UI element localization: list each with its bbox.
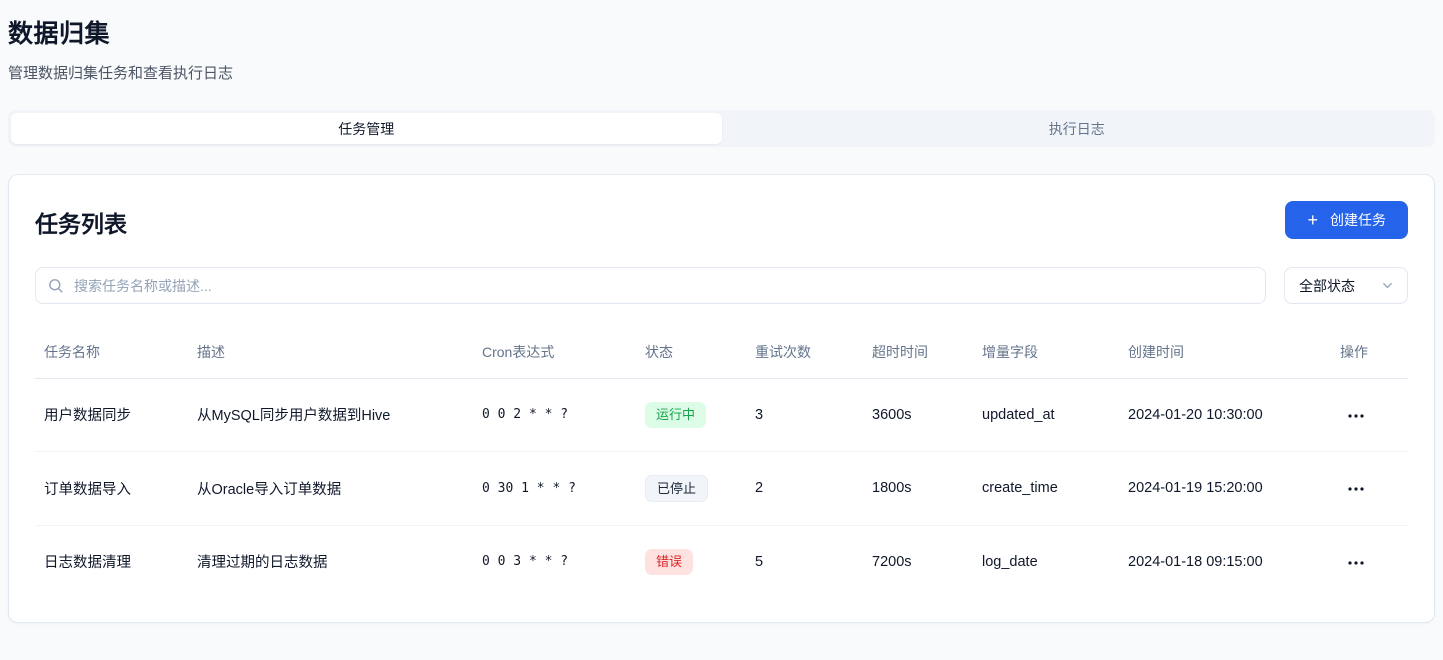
tab-execution-logs[interactable]: 执行日志 <box>722 113 1433 144</box>
tab-bar: 任务管理 执行日志 <box>8 110 1435 147</box>
task-timeout: 1800s <box>864 451 974 526</box>
status-badge: 运行中 <box>645 402 706 428</box>
column-header-created-at: 创建时间 <box>1120 330 1312 379</box>
task-timeout: 7200s <box>864 526 974 598</box>
task-description: 从MySQL同步用户数据到Hive <box>189 379 474 452</box>
task-timeout: 3600s <box>864 379 974 452</box>
search-icon <box>47 277 64 294</box>
table-row: 日志数据清理 清理过期的日志数据 0 0 3 * * ? 错误 5 7200s … <box>35 526 1408 598</box>
task-description: 清理过期的日志数据 <box>189 526 474 598</box>
create-task-button[interactable]: + 创建任务 <box>1285 201 1408 239</box>
tab-task-management[interactable]: 任务管理 <box>11 113 722 144</box>
status-filter-select[interactable]: 全部状态 <box>1284 267 1408 304</box>
column-header-actions: 操作 <box>1312 330 1408 379</box>
task-retries: 2 <box>747 451 864 526</box>
task-retries: 3 <box>747 379 864 452</box>
row-actions-button[interactable] <box>1340 555 1372 571</box>
table-row: 用户数据同步 从MySQL同步用户数据到Hive 0 0 2 * * ? 运行中… <box>35 379 1408 452</box>
row-actions-button[interactable] <box>1340 481 1372 497</box>
status-filter-value: 全部状态 <box>1299 276 1355 296</box>
page-subtitle: 管理数据归集任务和查看执行日志 <box>8 62 1435 83</box>
task-list-card: 任务列表 + 创建任务 全部状态 <box>8 174 1435 623</box>
status-badge: 已停止 <box>645 475 708 503</box>
tab-task-management-label: 任务管理 <box>338 119 394 139</box>
card-header: 任务列表 + 创建任务 <box>35 201 1408 239</box>
task-cron: 0 30 1 * * ? <box>474 451 637 526</box>
ellipsis-icon <box>1348 561 1364 565</box>
task-incremental-field: updated_at <box>974 379 1120 452</box>
task-name: 日志数据清理 <box>35 526 189 598</box>
task-retries: 5 <box>747 526 864 598</box>
search-input[interactable] <box>35 267 1266 304</box>
search-field-wrap <box>35 267 1266 304</box>
task-created-at: 2024-01-19 15:20:00 <box>1120 451 1312 526</box>
create-task-button-label: 创建任务 <box>1330 210 1386 230</box>
status-badge: 错误 <box>645 549 693 575</box>
data-collection-page: 数据归集 管理数据归集任务和查看执行日志 任务管理 执行日志 任务列表 + 创建… <box>0 0 1443 623</box>
task-created-at: 2024-01-20 10:30:00 <box>1120 379 1312 452</box>
ellipsis-icon <box>1348 414 1364 418</box>
column-header-cron: Cron表达式 <box>474 330 637 379</box>
column-header-status: 状态 <box>637 330 747 379</box>
column-header-timeout: 超时时间 <box>864 330 974 379</box>
column-header-name: 任务名称 <box>35 330 189 379</box>
chevron-down-icon <box>1380 278 1395 293</box>
task-incremental-field: create_time <box>974 451 1120 526</box>
task-created-at: 2024-01-18 09:15:00 <box>1120 526 1312 598</box>
page-title: 数据归集 <box>8 14 1435 50</box>
task-incremental-field: log_date <box>974 526 1120 598</box>
column-header-retries: 重试次数 <box>747 330 864 379</box>
tab-execution-logs-label: 执行日志 <box>1049 119 1105 139</box>
plus-icon: + <box>1307 211 1318 229</box>
ellipsis-icon <box>1348 487 1364 491</box>
task-name: 订单数据导入 <box>35 451 189 526</box>
table-row: 订单数据导入 从Oracle导入订单数据 0 30 1 * * ? 已停止 2 … <box>35 451 1408 526</box>
task-table: 任务名称 描述 Cron表达式 状态 重试次数 超时时间 增量字段 创建时间 操… <box>35 330 1408 598</box>
column-header-description: 描述 <box>189 330 474 379</box>
table-toolbar: 全部状态 <box>35 267 1408 304</box>
task-cron: 0 0 3 * * ? <box>474 526 637 598</box>
task-name: 用户数据同步 <box>35 379 189 452</box>
row-actions-button[interactable] <box>1340 408 1372 424</box>
task-table-header: 任务名称 描述 Cron表达式 状态 重试次数 超时时间 增量字段 创建时间 操… <box>35 330 1408 379</box>
column-header-incremental-field: 增量字段 <box>974 330 1120 379</box>
card-title: 任务列表 <box>35 201 127 239</box>
task-cron: 0 0 2 * * ? <box>474 379 637 452</box>
task-description: 从Oracle导入订单数据 <box>189 451 474 526</box>
